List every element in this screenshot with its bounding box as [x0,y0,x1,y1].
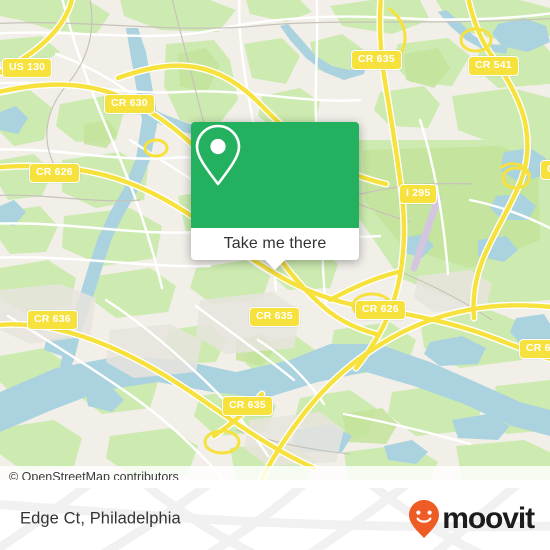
callout-icon-panel [191,122,359,228]
take-me-there-button[interactable]: Take me there [191,228,359,260]
callout-tail [265,260,285,270]
map-pin-icon [195,124,241,186]
moovit-wordmark: moovit [442,502,535,535]
place-name-label: Edge Ct, Philadelphia [20,509,181,528]
road-shield-right-clipped[interactable]: CR [540,160,550,180]
road-shield-cr-541[interactable]: CR 541 [468,56,519,76]
moovit-logo[interactable]: moovit [407,499,535,539]
location-callout-card[interactable]: Take me there [191,122,359,270]
road-shield-cr-62-clipped[interactable]: CR 6 [519,339,550,359]
road-shield-us-130[interactable]: US 130 [2,58,53,78]
moovit-smiley-pin-icon [409,500,440,538]
road-shield-cr-626-left[interactable]: CR 626 [29,163,80,183]
take-me-there-label: Take me there [223,235,327,252]
road-shield-cr-635-mid[interactable]: CR 635 [249,307,300,327]
road-shield-cr-635-top[interactable]: CR 635 [351,50,402,70]
road-shield-cr-636[interactable]: CR 636 [27,310,78,330]
road-shield-cr-635-bottom[interactable]: CR 635 [222,396,273,416]
road-shield-i-295[interactable]: I 295 [399,184,438,204]
map-attribution: © OpenStreetMap contributors [0,466,550,480]
road-shield-cr-626-right[interactable]: CR 626 [355,300,406,320]
footer-bar: Edge Ct, Philadelphia moovit [0,488,550,550]
road-shield-cr-630[interactable]: CR 630 [104,94,155,114]
attribution-text: © OpenStreetMap contributors [9,470,179,480]
map-canvas[interactable]: US 130 CR 630 CR 635 CR 541 CR 626 I 295… [0,0,550,480]
app-root: US 130 CR 630 CR 635 CR 541 CR 626 I 295… [0,0,550,550]
